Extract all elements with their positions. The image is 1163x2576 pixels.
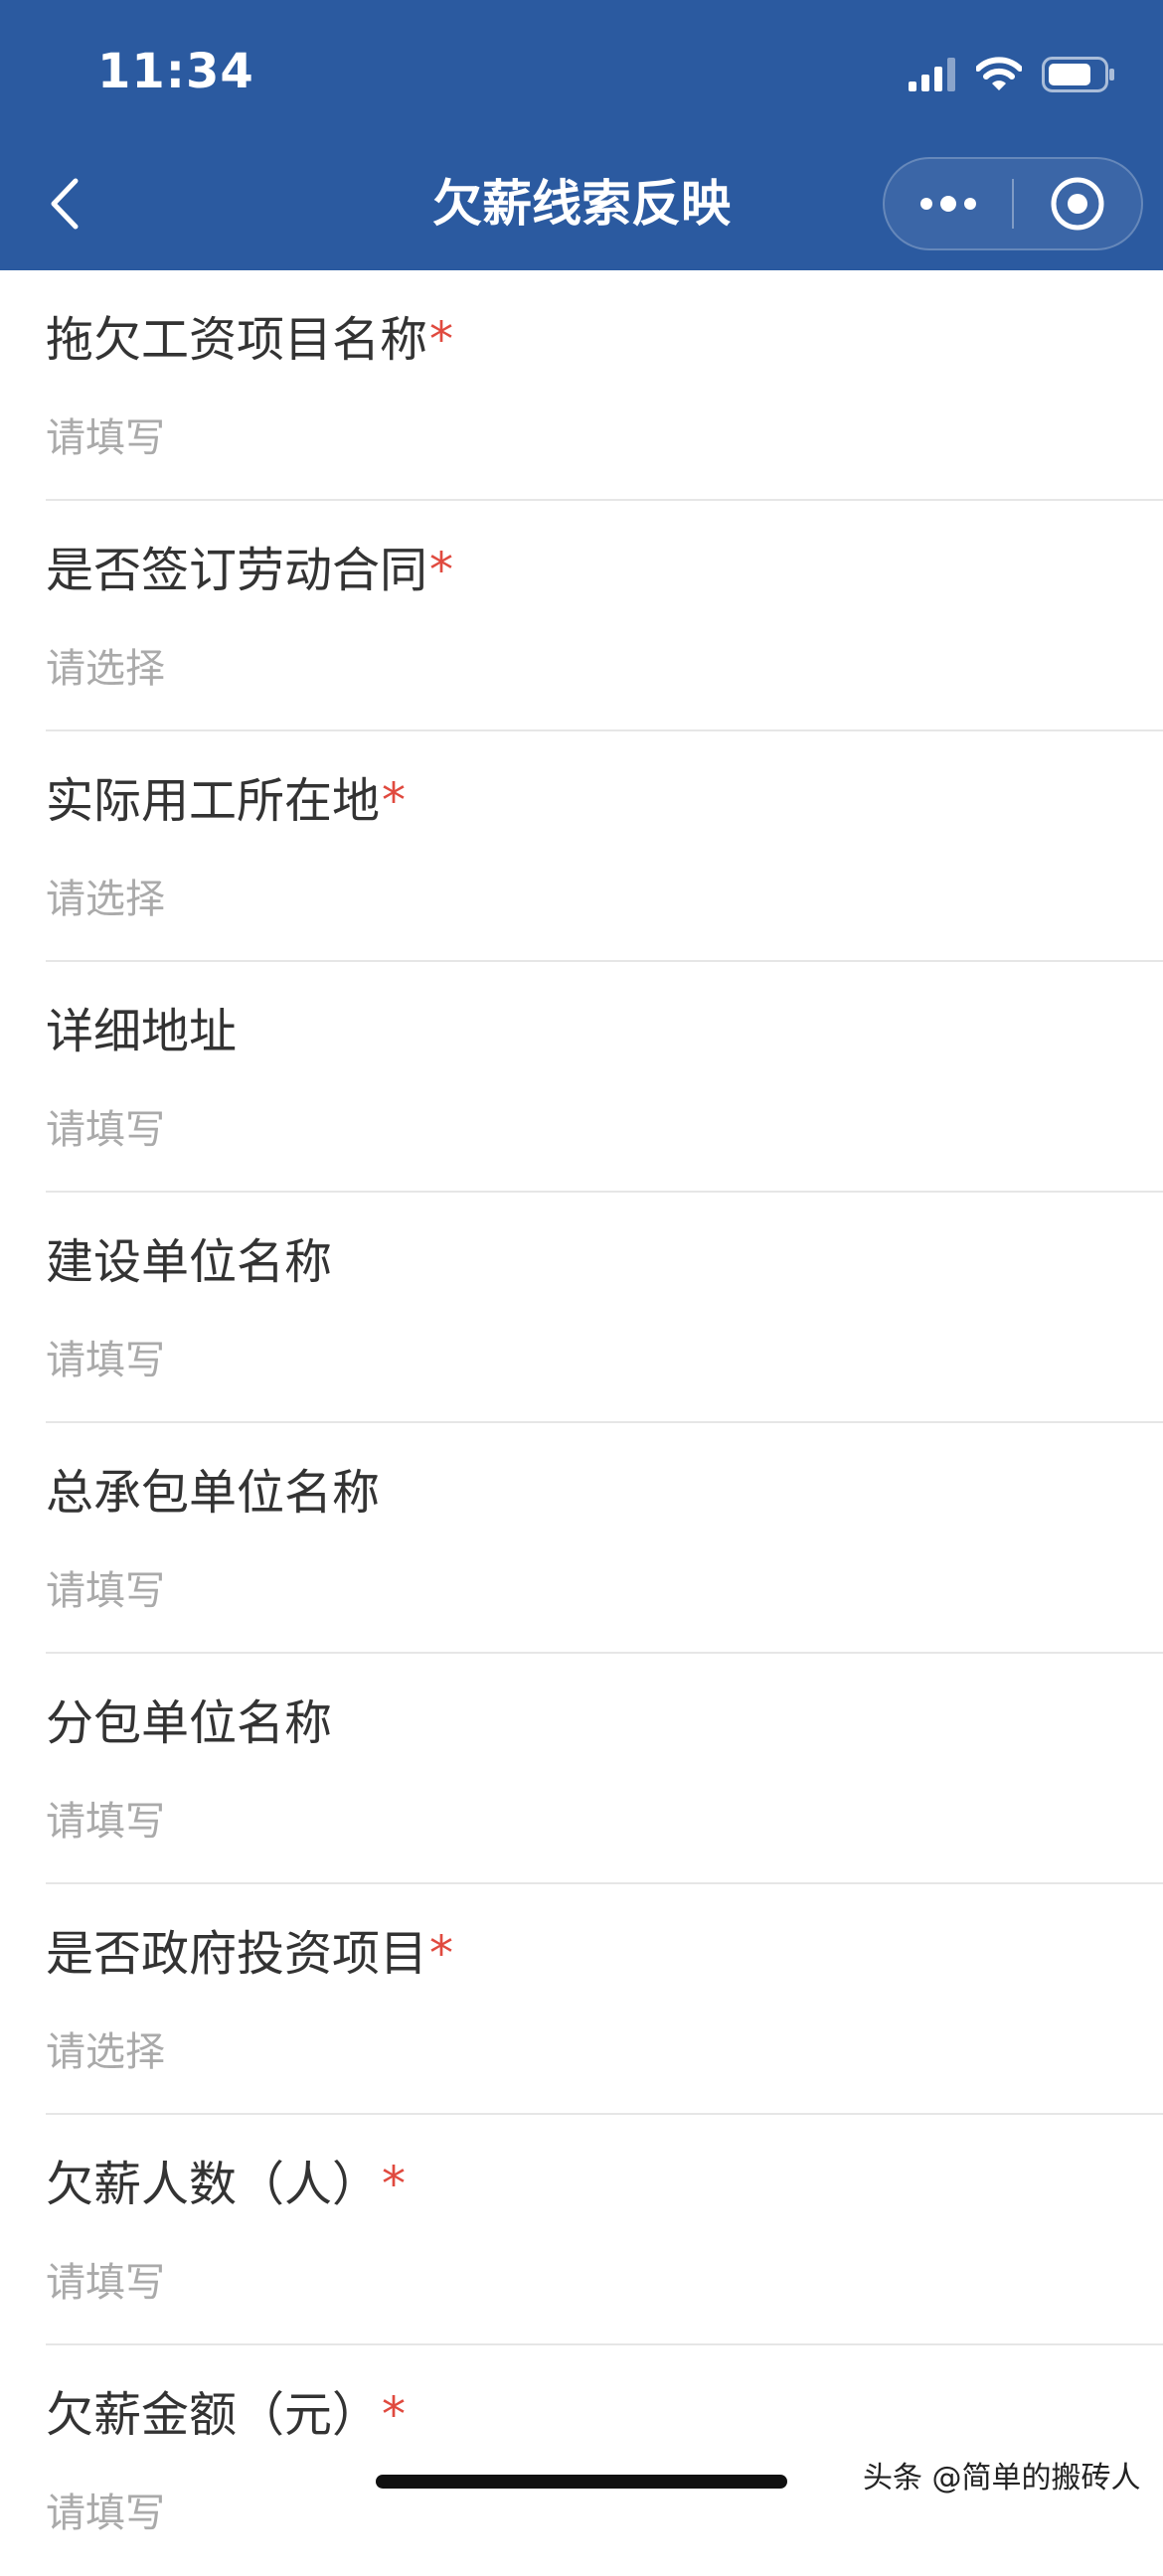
form-item-work-location: 实际用工所在地* 请选择 (46, 731, 1163, 962)
field-label: 总承包单位名称 (46, 1465, 381, 1521)
field-label: 欠薪人数（人）* (46, 2157, 407, 2212)
field-label: 是否政府投资项目* (46, 1926, 454, 1982)
status-time: 11:34 (97, 44, 254, 99)
general-contractor-input[interactable]: 请填写 (46, 1558, 165, 1616)
project-name-input[interactable]: 请填写 (46, 405, 165, 463)
field-label: 实际用工所在地* (46, 773, 407, 829)
field-label: 拖欠工资项目名称* (46, 312, 454, 368)
required-mark: * (382, 2157, 407, 2212)
required-mark: * (382, 2387, 407, 2443)
unpaid-amount-input[interactable]: 请填写 (46, 2481, 165, 2538)
battery-icon (1042, 57, 1114, 92)
form-item-unpaid-workers: 欠薪人数（人）* 请填写 (46, 2115, 1163, 2345)
wifi-icon (976, 57, 1022, 90)
form-item-labor-contract: 是否签订劳动合同* 请选择 (46, 501, 1163, 731)
target-circle-icon (1051, 177, 1104, 231)
home-indicator[interactable] (376, 2475, 787, 2489)
watermark: 头条 @简单的搬砖人 (863, 2461, 1141, 2496)
complaint-form: 拖欠工资项目名称* 请填写 是否签订劳动合同* 请选择 实际用工所在地* 请选择… (0, 270, 1163, 2576)
field-label: 详细地址 (46, 1004, 238, 1059)
required-mark: * (429, 312, 454, 368)
labor-contract-select[interactable]: 请选择 (46, 636, 165, 694)
field-label: 分包单位名称 (46, 1695, 333, 1751)
unpaid-workers-input[interactable]: 请填写 (46, 2250, 165, 2308)
more-button[interactable] (885, 159, 1012, 248)
form-item-construction-unit: 建设单位名称 请填写 (46, 1193, 1163, 1423)
field-label: 欠薪金额（元）* (46, 2387, 407, 2443)
form-item-detailed-address: 详细地址 请填写 (46, 962, 1163, 1193)
form-item-project-name: 拖欠工资项目名称* 请填写 (46, 270, 1163, 501)
required-mark: * (429, 1926, 454, 1982)
government-investment-select[interactable]: 请选择 (46, 2019, 165, 2077)
field-label: 建设单位名称 (46, 1234, 333, 1290)
form-item-subcontractor: 分包单位名称 请填写 (46, 1654, 1163, 1884)
form-item-general-contractor: 总承包单位名称 请填写 (46, 1423, 1163, 1654)
chevron-left-icon (51, 178, 79, 230)
back-button[interactable] (40, 169, 89, 239)
work-location-select[interactable]: 请选择 (46, 867, 165, 924)
more-dots-icon (920, 196, 976, 212)
required-mark: * (382, 773, 407, 829)
detailed-address-input[interactable]: 请填写 (46, 1097, 165, 1155)
cellular-signal-icon (909, 58, 955, 91)
form-item-government-investment: 是否政府投资项目* 请选择 (46, 1884, 1163, 2115)
subcontractor-input[interactable]: 请填写 (46, 1789, 165, 1847)
required-mark: * (429, 543, 454, 598)
construction-unit-input[interactable]: 请填写 (46, 1328, 165, 1385)
field-label: 是否签订劳动合同* (46, 543, 454, 598)
mini-program-capsule (883, 157, 1143, 250)
status-icons (909, 52, 1115, 97)
header: 11:34 欠薪线索反映 (0, 0, 1163, 270)
close-mini-program-button[interactable] (1014, 159, 1141, 248)
